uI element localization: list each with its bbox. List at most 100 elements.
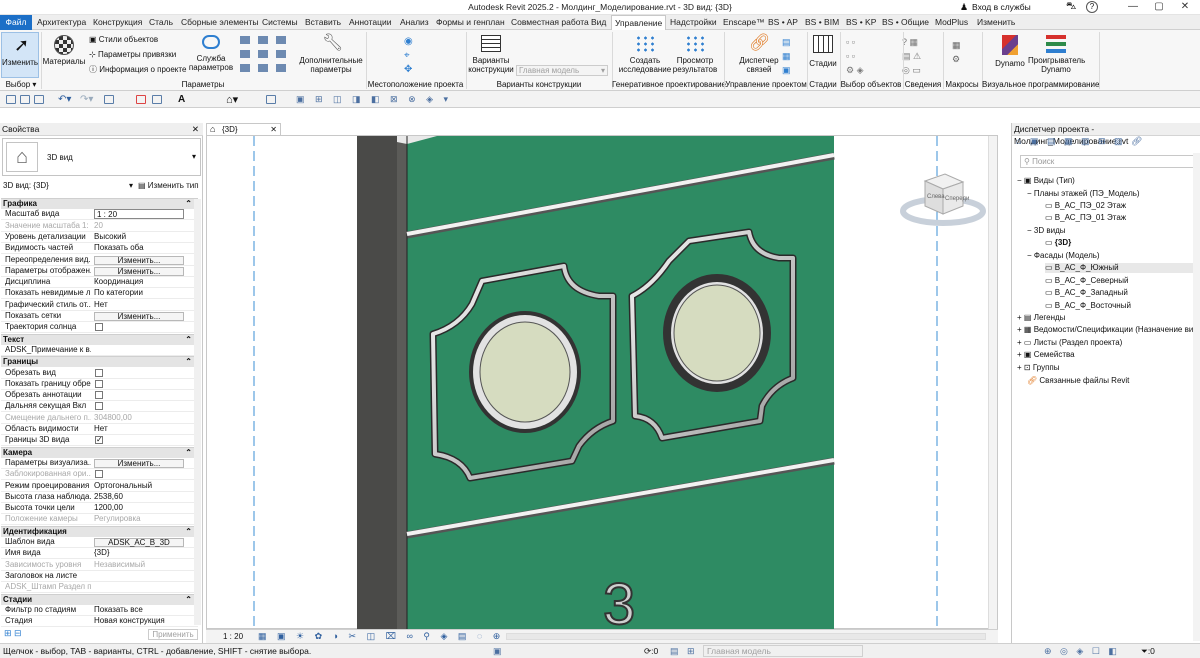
tab-precast[interactable]: Сборные элементы [181,16,258,30]
edit-button[interactable]: Изменить... [94,458,184,468]
tab-architecture[interactable]: Архитектура [37,16,86,30]
select-objects-icons[interactable]: ▫ ▫ ▫ ▫ ⚙ ◈ [846,35,886,77]
tree-floor-plans[interactable]: − Планы этажей (ПЭ_Модель) [1027,189,1140,199]
tree-groups[interactable]: + ⊡ Группы [1017,363,1059,373]
tree-plan-02[interactable]: ▭ В_АС_ПЭ_02 Этаж [1045,201,1126,211]
tree-facades[interactable]: − Фасады (Модель) [1027,251,1100,261]
status-design-option[interactable]: Главная модель [703,645,863,657]
property-checkbox[interactable] [95,402,103,411]
tree-facade-north[interactable]: ▭ В_АС_Ф_Северный [1045,276,1128,286]
edit-type-button[interactable]: ▤ Изменить тип [138,181,199,192]
edit-button[interactable]: Изменить... [94,255,184,265]
close-view-icon[interactable]: ✕ [270,124,277,135]
tab-massing[interactable]: Формы и генплан [436,16,505,30]
undo-icon[interactable]: ↶▾ [58,94,71,105]
dynamo-button[interactable]: Dynamo [994,32,1026,78]
property-checkbox[interactable] [95,391,103,400]
collapse-icon[interactable]: ⌃ [185,595,192,605]
section-3[interactable]: Камера ⌃ [1,446,198,458]
property-value[interactable]: 1 : 20 [94,209,184,220]
collapse-icon[interactable]: ⌃ [185,199,192,209]
tab-bs-kp[interactable]: BS • KP [846,16,876,30]
object-styles-button[interactable]: ▣ Стили объектов [89,35,158,44]
worksharing-icon[interactable]: ▣ [493,644,502,658]
tree-views[interactable]: − ▣ Виды (Тип) [1017,176,1075,186]
tab-file[interactable]: Файл [0,15,32,30]
design-options-button[interactable]: Варианты конструкции [468,32,514,78]
create-study-button[interactable]: Создать исследование [617,32,673,78]
browser-scrollbar[interactable] [1193,153,1200,641]
property-checkbox[interactable] [95,435,103,445]
edit-button[interactable]: ADSK_АС_В_3D [94,538,184,547]
instance-selector[interactable]: 3D вид: {3D} ▾ [3,181,133,192]
modify-button[interactable]: ➚ Изменить [1,32,39,78]
tab-systems[interactable]: Системы [262,16,298,30]
view-results-button[interactable]: Просмотр результатов [672,32,718,78]
measure-icon[interactable] [136,95,146,104]
tab-annotate[interactable]: Аннотации [349,16,392,30]
snaps-button[interactable]: ⊹ Параметры привязки [89,50,176,59]
maximize-button[interactable]: ▢ [1146,0,1172,15]
location-icons[interactable]: ◉ ⌖ ✥ [404,35,432,77]
toolbar-icons[interactable]: ▣ ⊞ ◫ ◨ ◧ ⊠ ⊗ ◈ ▾ [296,94,452,105]
tab-insert[interactable]: Вставить [305,16,341,30]
params-icon-grid[interactable] [238,34,293,76]
tree-3d-views[interactable]: − 3D виды [1027,226,1066,236]
edit-button[interactable]: Изменить... [94,312,184,321]
panel-select[interactable]: Выбор ▾ [3,79,39,90]
edit-button[interactable]: Изменить... [94,266,184,276]
viewport-3d[interactable]: 3 Слева Спереди [206,135,998,630]
tab-collaborate[interactable]: Совместная работа [511,16,589,30]
tab-addins[interactable]: Надстройки [670,16,717,30]
property-checkbox[interactable] [95,379,103,388]
tree-3d[interactable]: ▭ {3D} [1045,238,1071,248]
section-0[interactable]: Графика ⌃ [1,198,198,209]
tree-plan-01[interactable]: ▭ В_АС_ПЭ_01 Этаж [1045,213,1126,223]
properties-help-link[interactable]: ⊞ ⊟ [4,628,26,640]
extra-settings-button[interactable]: 🔧︎ Дополнительные параметры [298,32,364,78]
open-icon[interactable] [6,95,16,104]
close-properties-icon[interactable]: ✕ [192,123,199,135]
tab-analyze[interactable]: Анализ [400,16,429,30]
view-scale[interactable]: 1 : 20 [223,632,243,641]
project-info-button[interactable]: ⓘ Информация о проекте [89,65,186,74]
status-filter[interactable]: ⏷:0 [1141,644,1155,658]
tab-enscape[interactable]: Enscape™ [723,16,765,30]
macros-icons[interactable]: ▦ ⚙ [952,38,968,74]
status-toggle-icons[interactable]: ⊕ ◎ ◈ ☐ ◧ [1044,644,1120,658]
property-checkbox[interactable] [95,470,103,479]
section-1[interactable]: Текст ⌃ [1,333,198,345]
redo-icon[interactable]: ↷▾ [80,94,93,105]
browser-toolbar[interactable]: ⌂ ▣ ▤ ▦ ▥ ⊞ ▨ 🔗︎ [1016,136,1145,147]
tab-steel[interactable]: Сталь [149,16,173,30]
minimize-button[interactable]: — [1120,0,1146,15]
tree-schedules[interactable]: + ▦ Ведомости/Спецификации (Назначение в… [1017,325,1200,335]
tab-manage[interactable]: Управление [611,15,667,31]
tree-facade-south[interactable]: ▭ В_АС_Ф_Южный [1045,263,1195,273]
phases-button[interactable]: Стадии [808,32,838,78]
tab-modify[interactable]: Изменить [977,16,1015,30]
tab-modplus[interactable]: ModPlus [935,16,968,30]
tab-structure[interactable]: Конструкция [93,16,142,30]
collapse-icon[interactable]: ⌃ [185,335,192,345]
tree-legends[interactable]: + ▤ Легенды [1017,313,1065,323]
apply-button[interactable]: Применить [148,629,198,640]
materials-button[interactable]: Материалы [42,32,86,78]
section-2[interactable]: Границы ⌃ [1,356,198,368]
text-icon[interactable]: A [178,94,185,105]
default-3d-icon[interactable]: ⌂▾ [226,93,238,106]
sections-icon[interactable] [266,95,276,104]
tab-bs-general[interactable]: BS • Общие [882,16,929,30]
view-control-icons[interactable]: ▦ ▣ ☀ ✿ ◑ ✂ ◫ ⌧ ∞ ⚲ ◈ ▤ ◌ ⊕ ‹ [258,631,518,642]
user-icon[interactable]: ♟ [960,2,969,12]
main-model-dropdown[interactable]: Главная модель ▾ [516,65,608,76]
tree-facade-west[interactable]: ▭ В_АС_Ф_Западный [1045,288,1128,298]
type-dropdown-icon[interactable]: ▾ [192,152,196,161]
tree-facade-east[interactable]: ▭ В_АС_Ф_Восточный [1045,301,1131,311]
properties-scrollbar[interactable] [194,199,201,625]
help-icon[interactable]: ? [1086,1,1098,13]
sign-in-button[interactable]: Вход в службы [972,1,1031,14]
tab-view[interactable]: Вид [591,16,606,30]
status-icons[interactable]: ▤ ⊞ [670,644,698,658]
section-5[interactable]: Стадии ⌃ [1,593,198,605]
